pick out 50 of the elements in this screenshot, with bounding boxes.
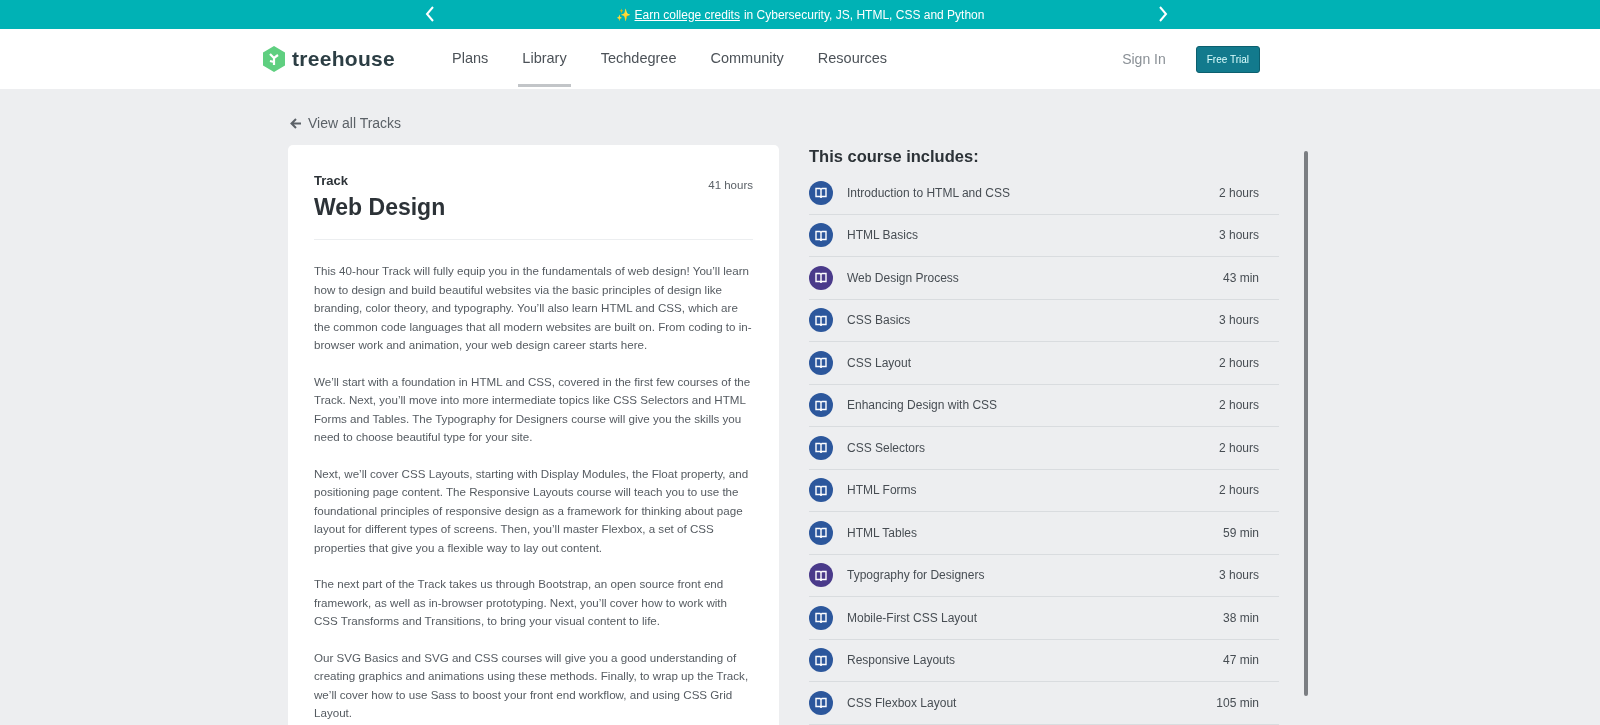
description-paragraph: The next part of the Track takes us through Bootstrap, an open source front end framework, as well as in-browser prototyping. Next, you’ll cover how to work with CSS Transforms and Transitions, to bring your visual content to life. — [314, 576, 729, 629]
includes-heading: This course includes: — [809, 147, 980, 166]
course-duration: 2 hours — [1218, 483, 1259, 498]
description-paragraph: Next, we’ll cover CSS Layouts, starting with Display Modules, the Float property, and positioning page content. The Responsive Layouts course will teach you to use the foundational principles of responsive design as a framework for thinking about page layout for different types of screens. Then, you’ll master Flexbox, a set of CSS properties that give you a flexible way to lay out content. — [314, 465, 750, 556]
description-paragraph: Our SVG Basics and SVG and CSS courses will give you a good understanding of creating graphics and animations using these methods. Finally, to wrap up the Track, we’ll cover how to use Sass to boost your front end workflow, and using CSS Grid Layout. — [314, 649, 750, 721]
chevron-right-icon[interactable] — [1157, 5, 1169, 23]
course-title[interactable]: Responsive Layouts — [847, 653, 1223, 668]
course-duration: 3 hours — [1218, 228, 1259, 243]
nav-link[interactable]: Techdegree — [596, 31, 681, 87]
track-title: Web Design — [314, 194, 446, 221]
scrollbar[interactable] — [1304, 151, 1308, 696]
nav-link[interactable]: Resources — [813, 31, 892, 87]
nav-link[interactable]: Library — [518, 31, 571, 87]
course-title[interactable]: Enhancing Design with CSS — [847, 398, 1219, 413]
course-duration: 3 hours — [1218, 568, 1259, 583]
course-title[interactable]: CSS Flexbox Layout — [847, 695, 1217, 710]
course-title[interactable]: Web Design Process — [847, 270, 1223, 285]
course-title[interactable]: HTML Tables — [847, 525, 1223, 540]
view-all-tracks-link[interactable]: View all Tracks — [308, 115, 402, 131]
chevron-left-icon[interactable] — [424, 5, 436, 23]
track-label: Track — [314, 173, 349, 188]
course-title[interactable]: Introduction to HTML and CSS — [847, 185, 1219, 200]
nav-link[interactable]: Plans — [448, 31, 493, 87]
sparkle-icon: ✨ — [615, 7, 631, 22]
logo-icon[interactable] — [262, 46, 286, 72]
course-duration: 2 hours — [1218, 440, 1259, 455]
course-title[interactable]: Typography for Designers — [847, 568, 1219, 583]
course-duration: 59 min — [1222, 525, 1259, 540]
free-trial-button[interactable]: Free Trial — [1195, 45, 1260, 73]
logo-text[interactable]: treehouse — [292, 47, 396, 71]
course-title[interactable]: Mobile-First CSS Layout — [847, 610, 1223, 625]
course-title[interactable]: CSS Selectors — [847, 440, 1219, 455]
course-duration: 105 min — [1216, 695, 1259, 710]
track-duration: 41 hours — [708, 179, 753, 193]
course-duration: 2 hours — [1218, 185, 1259, 200]
course-title[interactable]: HTML Forms — [847, 483, 1219, 498]
nav-link[interactable]: Community — [706, 31, 788, 87]
course-duration: 3 hours — [1218, 313, 1259, 328]
promo-text: in Cybersecurity, JS, HTML, CSS and Python — [743, 7, 985, 22]
course-title[interactable]: CSS Layout — [847, 355, 1219, 370]
course-title[interactable]: CSS Basics — [847, 313, 1219, 328]
description-paragraph: We’ll start with a foundation in HTML and CSS, covered in the first few courses of the Track. Next, you’ll move into more intermediate topics like CSS Selectors and HTML Forms and Tables. The Typography for Designers course will give you the skills you need to choose beautiful type for your site. — [314, 373, 752, 445]
course-duration: 38 min — [1222, 610, 1259, 625]
course-title[interactable]: HTML Basics — [847, 228, 1219, 243]
arrow-left-icon[interactable] — [290, 117, 302, 129]
description-paragraph: This 40-hour Track will fully equip you in the fundamentals of web design! You’ll learn how to design and build beautiful websites via the basic principles of design like branding, color theory, and typography. You’ll also learn HTML and CSS, which are the common code languages that all modern websites are built on. From coding to in-browser work and animation, your web design career starts here. — [314, 263, 753, 353]
course-duration: 43 min — [1222, 270, 1259, 285]
course-duration: 2 hours — [1218, 355, 1259, 370]
course-duration: 47 min — [1222, 653, 1259, 668]
course-duration: 2 hours — [1218, 398, 1259, 413]
